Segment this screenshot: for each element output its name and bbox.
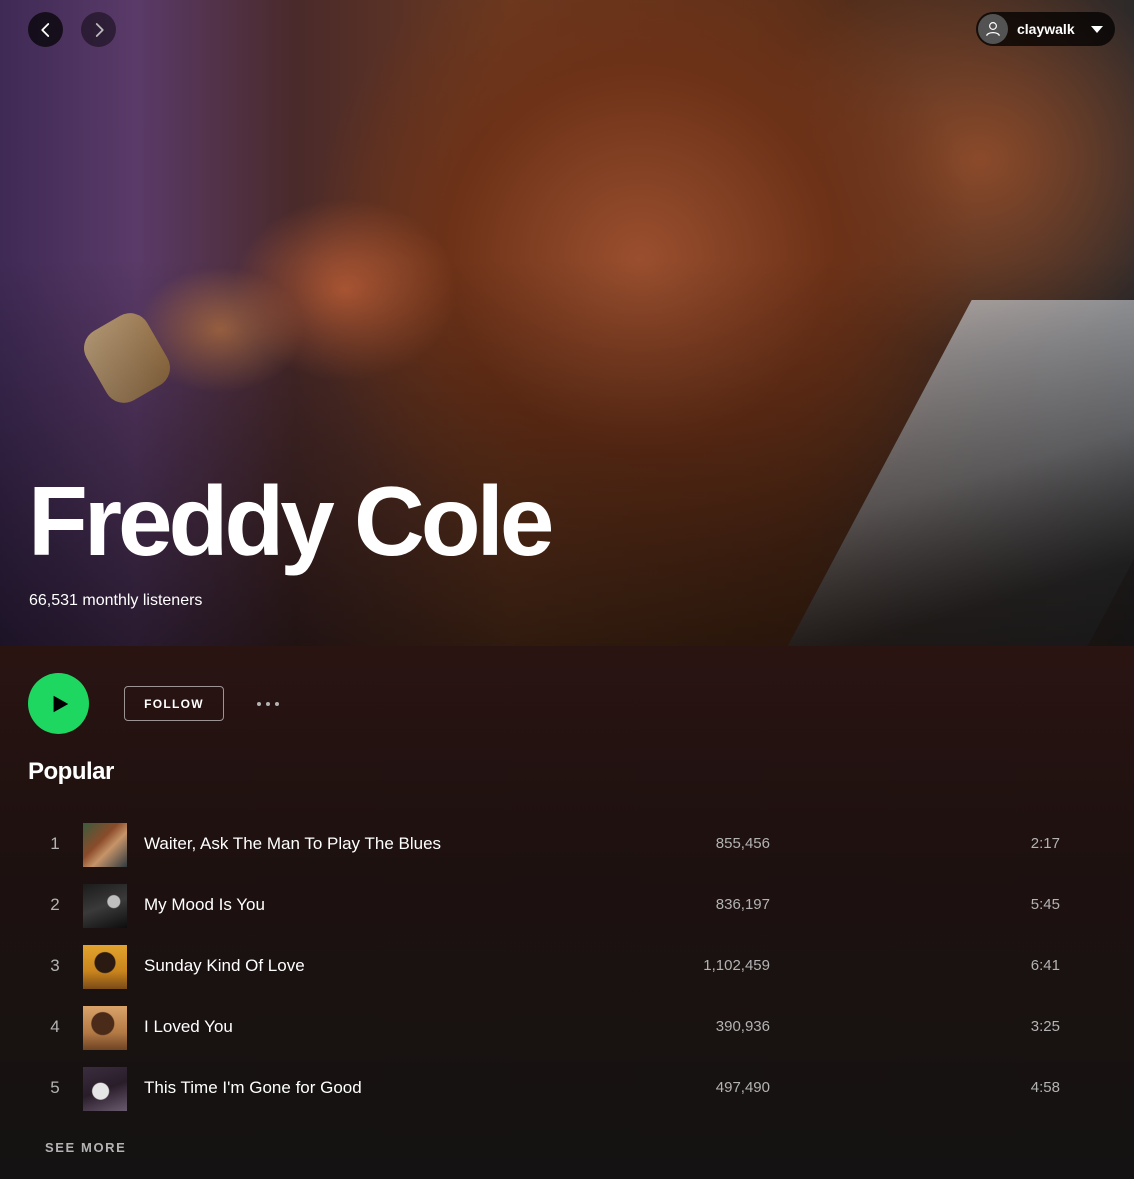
chevron-right-icon (95, 22, 104, 37)
user-icon (986, 22, 1000, 37)
section-title-popular: Popular (28, 758, 114, 785)
forward-button[interactable] (81, 12, 116, 47)
more-icon (275, 702, 279, 706)
more-options-button[interactable] (250, 694, 286, 714)
table-row[interactable]: 1 Waiter, Ask The Man To Play The Blues … (0, 814, 1134, 875)
artist-page: claywalk Freddy Cole 66,531 monthly list… (0, 0, 1134, 1179)
user-menu-button[interactable]: claywalk (976, 12, 1115, 46)
monthly-listeners: 66,531 monthly listeners (29, 592, 203, 609)
track-plays: 836,197 (715, 896, 770, 913)
more-icon (257, 702, 261, 706)
album-art (83, 1067, 127, 1111)
track-number: 3 (50, 956, 60, 975)
track-number: 5 (50, 1078, 60, 1097)
play-icon (53, 695, 69, 712)
track-duration: 6:41 (1030, 957, 1060, 974)
artist-header-image: claywalk Freddy Cole 66,531 monthly list… (0, 0, 1134, 646)
album-art (83, 884, 127, 928)
table-row[interactable]: 2 My Mood Is You 836,197 5:45 (0, 875, 1134, 936)
chevron-left-icon (40, 22, 49, 37)
track-title[interactable]: I Loved You (144, 1017, 233, 1037)
track-title[interactable]: This Time I'm Gone for Good (144, 1078, 362, 1098)
track-duration: 3:25 (1030, 1018, 1060, 1035)
track-duration: 2:17 (1030, 835, 1060, 852)
track-plays: 855,456 (715, 835, 770, 852)
table-row[interactable]: 5 This Time I'm Gone for Good 497,490 4:… (0, 1058, 1134, 1119)
track-title[interactable]: My Mood Is You (144, 895, 265, 915)
track-plays: 497,490 (715, 1079, 770, 1096)
album-art (83, 1006, 127, 1050)
track-duration: 5:45 (1030, 896, 1060, 913)
track-number: 4 (50, 1017, 60, 1036)
table-row[interactable]: 3 Sunday Kind Of Love 1,102,459 6:41 (0, 936, 1134, 997)
track-title[interactable]: Sunday Kind Of Love (144, 956, 305, 976)
username: claywalk (1017, 21, 1075, 37)
more-icon (266, 702, 270, 706)
avatar (978, 14, 1008, 44)
caret-down-icon (1091, 25, 1103, 33)
table-row[interactable]: 4 I Loved You 390,936 3:25 (0, 997, 1134, 1058)
album-art (83, 945, 127, 989)
play-button[interactable] (28, 673, 89, 734)
album-art (83, 823, 127, 867)
track-title[interactable]: Waiter, Ask The Man To Play The Blues (144, 834, 441, 854)
see-more-button[interactable]: SEE MORE (45, 1140, 126, 1155)
artist-content: FOLLOW Popular 1 Waiter, Ask The Man To … (0, 646, 1134, 1179)
track-plays: 1,102,459 (703, 957, 770, 974)
track-number: 1 (50, 834, 60, 853)
track-number: 2 (50, 895, 60, 914)
back-button[interactable] (28, 12, 63, 47)
track-plays: 390,936 (715, 1018, 770, 1035)
page-title: Freddy Cole (28, 466, 554, 576)
track-duration: 4:58 (1030, 1079, 1060, 1096)
follow-button[interactable]: FOLLOW (124, 686, 224, 721)
